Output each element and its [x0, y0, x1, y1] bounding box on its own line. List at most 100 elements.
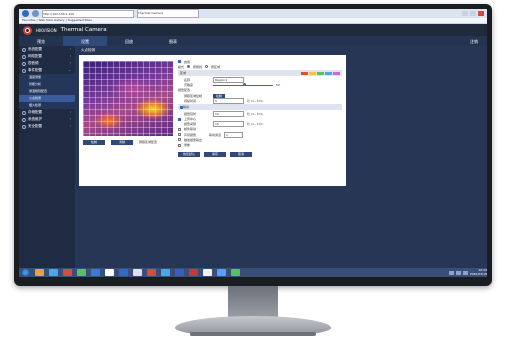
minimize-icon[interactable] [462, 11, 468, 16]
screen: http://192.168.1.100 Thermal Camera Favo… [19, 9, 487, 277]
cancel-button[interactable]: 取消 [230, 151, 252, 157]
email-checkbox[interactable] [178, 127, 181, 131]
sidebar-subitem-fire[interactable]: 火点检测 [19, 95, 75, 102]
system-tray: 10:24 2020/03/18 [448, 268, 487, 276]
sidebar-subitem-smoke[interactable]: 烟火检测 [19, 102, 75, 109]
interval-input[interactable]: 15 [213, 121, 244, 128]
chevron-right-icon: › [69, 124, 71, 128]
network-tray-icon[interactable] [448, 270, 454, 275]
monitor-neck [228, 286, 278, 318]
save-button[interactable]: 保存 [204, 151, 226, 157]
breadcrumb: 火点检测 [81, 48, 95, 52]
taskbar: 10:24 2020/03/18 [19, 268, 487, 277]
storage-icon [22, 110, 26, 115]
thermal-buttons: 绘制 清除 屏蔽区域配置 [83, 140, 157, 145]
browser-tab[interactable]: Thermal Camera [137, 9, 199, 18]
app-header: HIKVISION Thermal Camera [19, 24, 487, 36]
flag-tray-icon[interactable] [462, 270, 468, 275]
start-icon[interactable] [22, 269, 29, 276]
back-icon[interactable] [22, 10, 29, 17]
maximize-icon[interactable] [470, 11, 476, 16]
sidebar-item-video-audio[interactable]: 视音频 › [19, 60, 75, 67]
chevron-right-icon: › [69, 47, 71, 51]
upload-center-checkbox[interactable] [178, 117, 181, 121]
name-input[interactable]: Region1 [213, 76, 244, 83]
clock-date: 2020/03/18 [469, 271, 487, 276]
channel-select[interactable]: 1 [224, 131, 244, 138]
delay-input[interactable]: 10 [213, 110, 244, 117]
logout-button[interactable]: 注销 [461, 39, 487, 45]
main-panel: 火点检测 绘制 清除 屏蔽区域配置 启用 模式 按规则 按区域 区域 名称 Re… [75, 46, 487, 268]
name-label: 名称 [184, 77, 191, 82]
app-title: Thermal Camera [60, 27, 107, 33]
sidebar-subitem-temperature[interactable]: 温度测量 [19, 74, 75, 81]
duration-input[interactable]: 5 [213, 97, 244, 104]
sensitivity-slider[interactable] [213, 83, 273, 87]
mode-rule-radio[interactable] [187, 65, 191, 69]
mode-region-radio[interactable] [205, 65, 209, 69]
chevron-right-icon: › [69, 61, 71, 65]
form-buttons: 恢复默认 保存 取消 [178, 151, 342, 157]
interval-label: 报警间隔 [184, 122, 197, 127]
taskbar-app-icon[interactable] [161, 269, 170, 276]
slider-handle[interactable] [243, 83, 246, 87]
sidebar-subitem-rules[interactable]: 测温规则配置 [19, 88, 75, 95]
close-icon[interactable] [478, 11, 484, 16]
taskbar-app-icon[interactable] [147, 269, 156, 276]
taskbar-app-icon[interactable] [133, 269, 142, 276]
draw-button[interactable]: 绘制 [83, 140, 105, 145]
color-swatch[interactable] [333, 71, 340, 76]
sound-alarm-checkbox[interactable] [178, 133, 181, 137]
forward-icon[interactable] [32, 10, 39, 17]
taskbar-app-icon[interactable] [63, 269, 72, 276]
color-swatch[interactable] [301, 71, 308, 76]
clock[interactable]: 10:24 2020/03/18 [469, 268, 487, 276]
fire-detection-form: 启用 模式 按规则 按区域 区域 名称 Region1 灵敏度 50 报警配置 … [178, 59, 342, 157]
taskbar-app-icon[interactable] [49, 269, 58, 276]
clear-button[interactable]: 清除 [111, 140, 133, 145]
taskbar-app-icon[interactable] [91, 269, 100, 276]
mask-label: 屏蔽区域绘制 [184, 93, 203, 98]
color-swatch[interactable] [325, 71, 332, 76]
region-section: 区域 [178, 70, 342, 77]
sidebar-subitem-smart[interactable]: 智能分析 [19, 81, 75, 88]
taskbar-app-icon[interactable] [189, 269, 198, 276]
sensitivity-value: 50 [276, 83, 280, 88]
chevron-right-icon: › [69, 54, 71, 58]
sidebar-item-network[interactable]: 网络配置 › [19, 53, 75, 60]
delay-label: 报警延时 [184, 111, 197, 116]
mask-area-link[interactable]: 屏蔽区域配置 [139, 140, 157, 145]
event-icon [22, 68, 26, 73]
sidebar-item-security[interactable]: 安全配置 › [19, 123, 75, 130]
taskbar-app-icon[interactable] [77, 269, 86, 276]
address-bar[interactable]: http://192.168.1.100 [42, 9, 134, 18]
sidebar-item-event[interactable]: 事件配置 ⌄ [19, 67, 75, 74]
detection-grid[interactable] [83, 61, 173, 136]
taskbar-app-icon[interactable] [35, 269, 44, 276]
browser-titlebar: http://192.168.1.100 Thermal Camera [19, 9, 487, 18]
sidebar-item-maintenance[interactable]: 系统维护 › [19, 116, 75, 123]
taskbar-app-icon[interactable] [231, 269, 240, 276]
sidebar-item-storage[interactable]: 存储配置 › [19, 109, 75, 116]
thermal-image[interactable] [83, 61, 173, 136]
color-swatches [301, 71, 340, 76]
enable-checkbox[interactable] [178, 60, 181, 64]
network-icon [22, 54, 26, 59]
record-checkbox[interactable] [178, 143, 181, 147]
taskbar-apps [35, 269, 240, 276]
taskbar-app-icon[interactable] [119, 269, 128, 276]
channel-label: 联动通道 [209, 132, 222, 137]
color-swatch[interactable] [317, 71, 324, 76]
restore-default-button[interactable]: 恢复默认 [178, 151, 200, 157]
taskbar-app-icon[interactable] [217, 269, 226, 276]
taskbar-app-icon[interactable] [105, 269, 114, 276]
monitor-stand-shadow [190, 332, 316, 336]
alarm-config-label: 报警配置 [178, 88, 191, 93]
taskbar-app-icon[interactable] [175, 269, 184, 276]
volume-tray-icon[interactable] [455, 270, 461, 275]
sidebar-item-system[interactable]: 系统配置 › [19, 46, 75, 53]
taskbar-app-icon[interactable] [203, 269, 212, 276]
color-swatch[interactable] [309, 71, 316, 76]
alarm-output-checkbox[interactable] [178, 138, 181, 142]
mode-label: 模式 [178, 64, 185, 69]
